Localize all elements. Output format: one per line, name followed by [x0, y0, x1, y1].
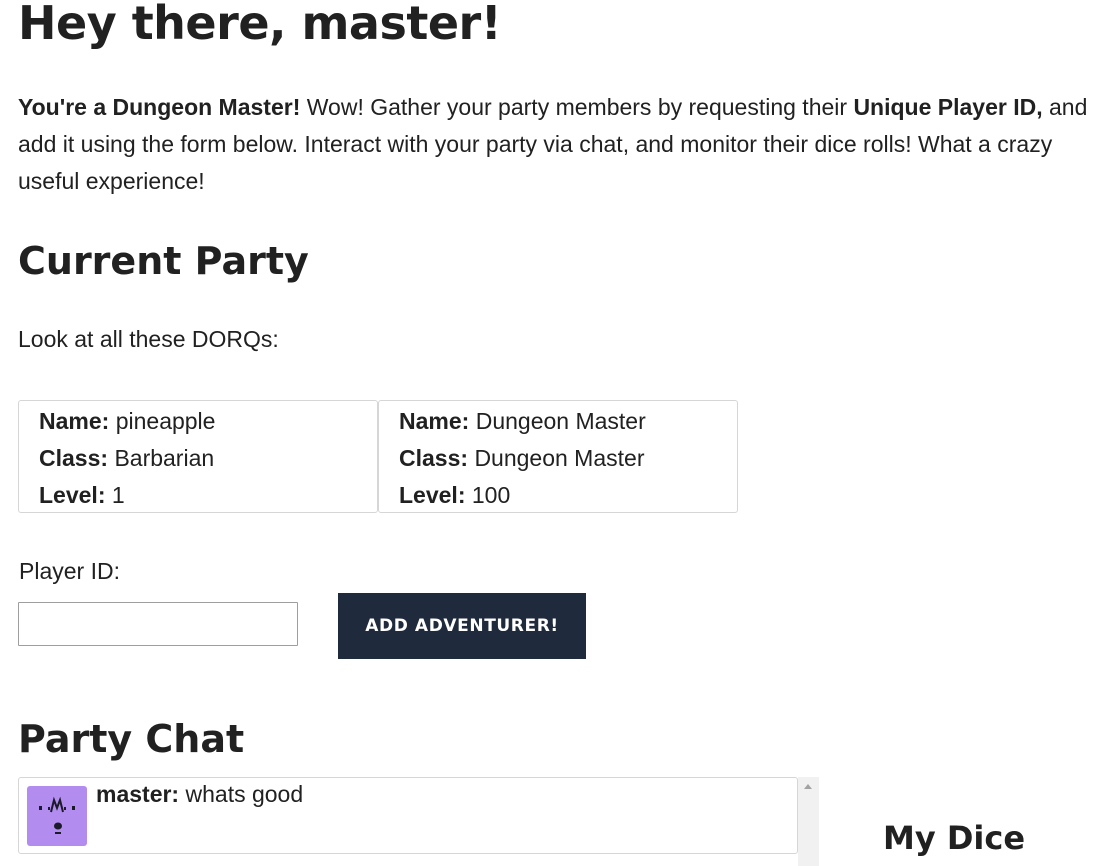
chat-log[interactable]: master: whats good — [18, 777, 798, 854]
avatar-face-icon — [39, 796, 75, 834]
player-id-input[interactable] — [18, 602, 298, 646]
card-level-line: Level: 100 — [399, 482, 511, 508]
party-cards: Name: pineapple Class: Barbarian Level: … — [18, 400, 738, 513]
dice-heading: My Dice — [883, 819, 1026, 857]
party-card: Name: pineapple Class: Barbarian Level: … — [18, 400, 378, 513]
party-subtitle: Look at all these DORQs: — [18, 326, 279, 352]
intro-role: You're a Dungeon Master! — [18, 94, 301, 120]
chat-heading: Party Chat — [18, 717, 245, 761]
party-card: Name: Dungeon Master Class: Dungeon Mast… — [378, 400, 738, 513]
chat-message: master: whats good — [27, 781, 303, 846]
scroll-up-arrow-icon[interactable] — [804, 784, 812, 789]
card-class-line: Class: Dungeon Master — [399, 445, 645, 471]
chat-username: master: — [96, 781, 180, 807]
add-adventurer-button[interactable]: ADD ADVENTURER! — [338, 593, 586, 659]
intro-text: You're a Dungeon Master! Wow! Gather you… — [18, 94, 1088, 194]
chat-scrollbar[interactable] — [798, 777, 819, 866]
card-name-line: Name: pineapple — [39, 408, 216, 434]
page-title: Hey there, master! — [18, 0, 502, 50]
card-name-line: Name: Dungeon Master — [399, 408, 646, 434]
chat-message-text: master: whats good — [96, 781, 304, 807]
card-class-line: Class: Barbarian — [39, 445, 215, 471]
player-id-label: Player ID: — [19, 558, 120, 584]
pixel-avatar-icon — [27, 786, 87, 846]
card-level-line: Level: 1 — [39, 482, 125, 508]
party-heading: Current Party — [18, 239, 309, 283]
intro-player-id: Unique Player ID, — [853, 94, 1043, 120]
